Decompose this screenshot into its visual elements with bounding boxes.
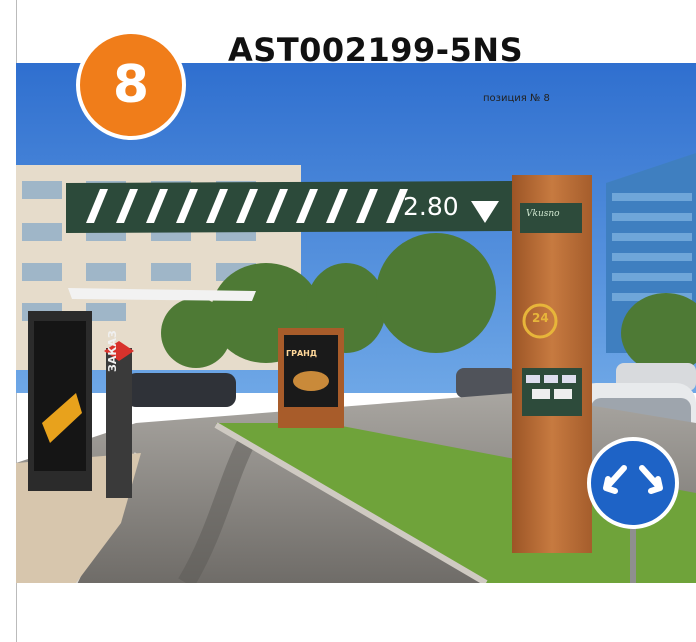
hours-24-label: 24 <box>532 311 549 325</box>
position-label: позиция № 8 <box>483 93 550 104</box>
restaurant-pylon <box>512 175 592 553</box>
page-title: AST002199-5NS <box>228 31 524 69</box>
order-kiosk-label: ЗАКАЗ <box>106 330 119 372</box>
billboard-location-photo <box>16 63 696 583</box>
menu-board-label: ГРАНД <box>286 349 317 358</box>
position-number-badge: 8 <box>76 30 186 140</box>
order-menu-board <box>278 328 344 428</box>
clearance-height-text: 2.80 <box>403 192 459 221</box>
pylon-brand-label: Vkusno <box>526 209 560 219</box>
